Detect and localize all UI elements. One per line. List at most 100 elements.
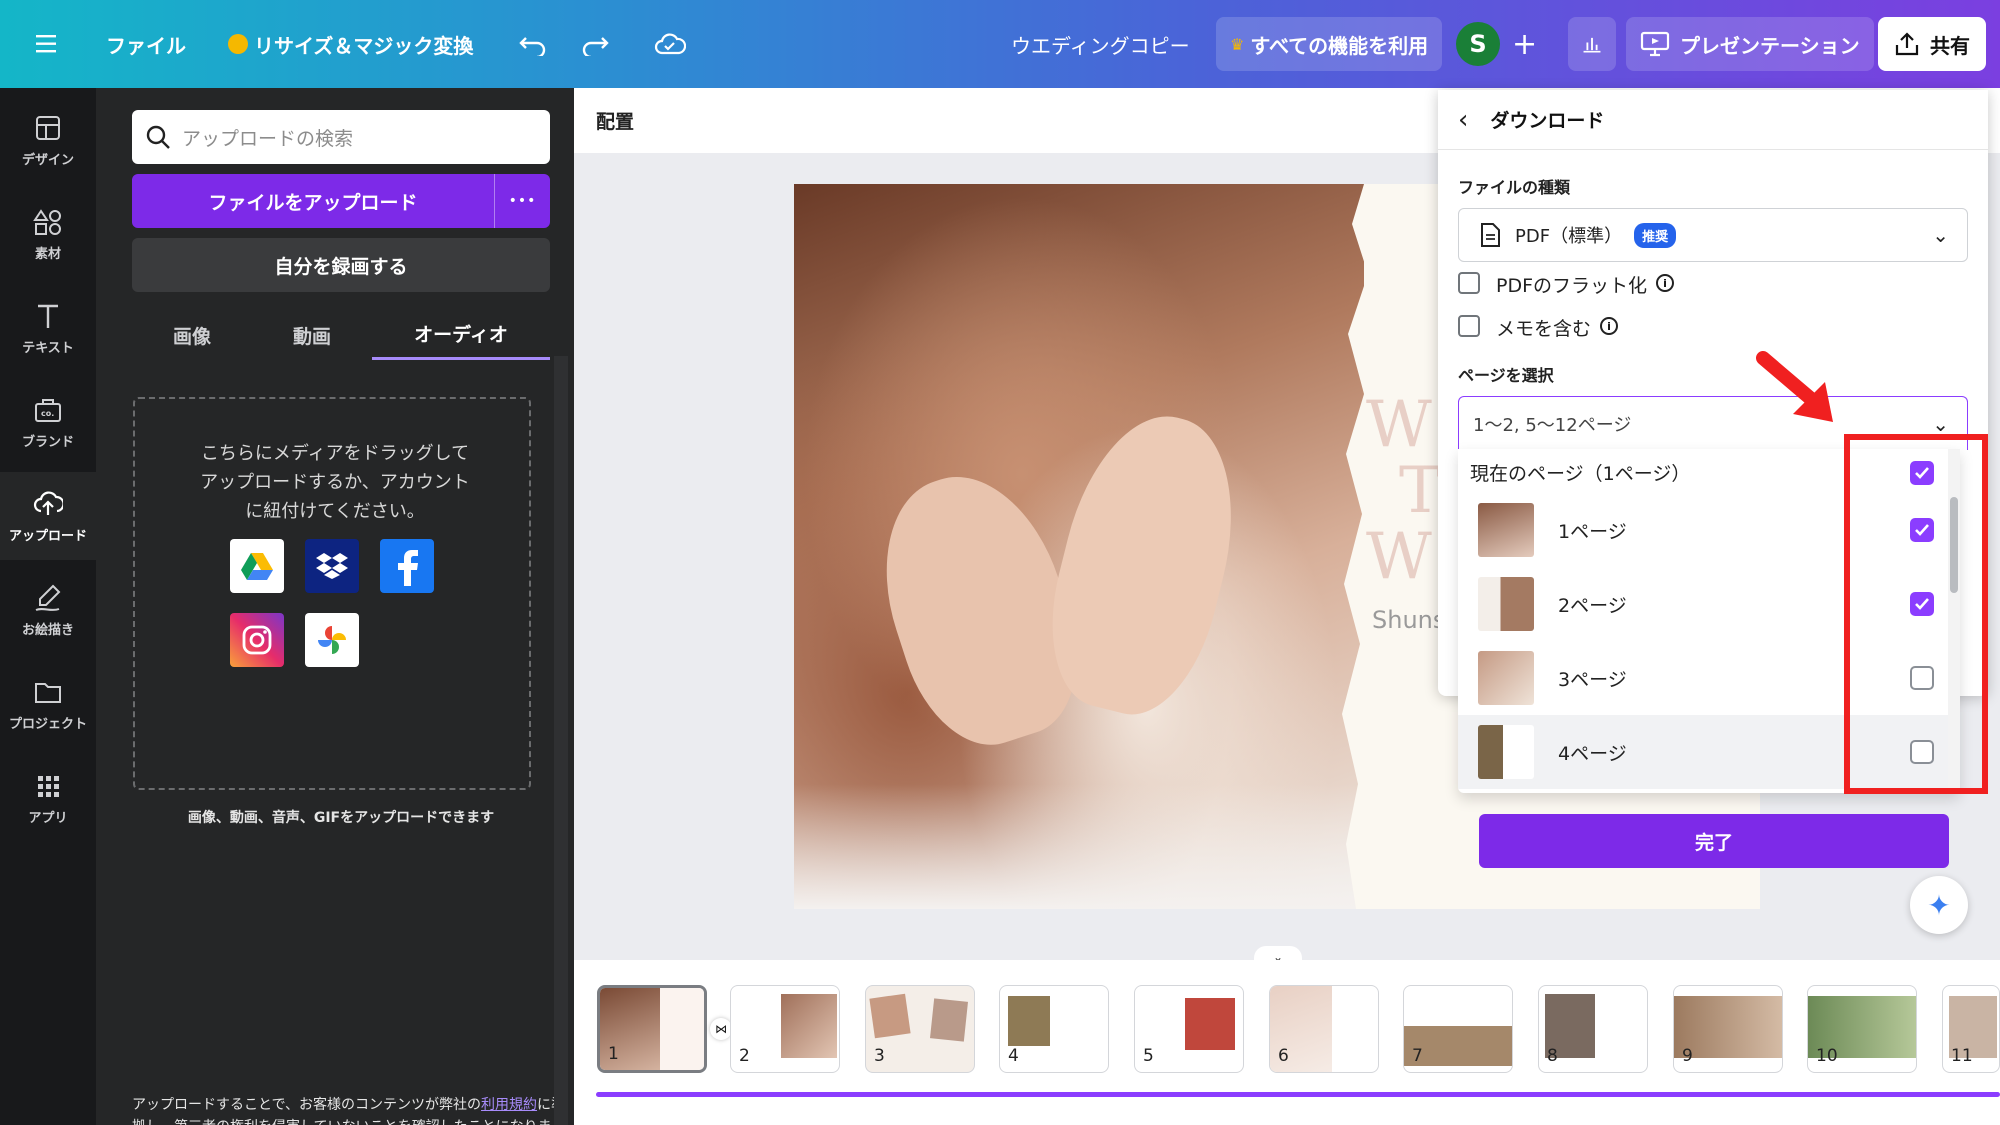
elements-icon [33, 208, 61, 235]
page-thumbnail[interactable]: 7 [1403, 985, 1513, 1073]
nav-text[interactable]: テキスト [0, 284, 96, 372]
select-pages-label: ページを選択 [1458, 366, 1554, 385]
dropbox-button[interactable] [305, 539, 359, 593]
save-status-button[interactable] [654, 0, 686, 88]
undo-icon [519, 37, 546, 56]
share-upload-icon [1895, 32, 1919, 56]
page-option-label: 2ページ [1558, 595, 1627, 617]
page-option-label: 3ページ [1558, 669, 1627, 691]
facebook-icon [398, 550, 418, 586]
nav-projects[interactable]: プロジェクト [0, 660, 96, 748]
top-toolbar: ファイル リサイズ＆マジック変換 ウエディングコピー ♛ すべての機能を利用 S… [0, 0, 2000, 88]
upload-files-button[interactable]: ファイルをアップロード ••• [132, 174, 550, 228]
avatar[interactable]: S [1456, 22, 1500, 66]
nav-draw-label: お絵描き [21, 622, 74, 638]
page-option-label: 4ページ [1558, 743, 1627, 765]
terms-footer: アップロードすることで、お客様のコンテンツが弊社の利用規約に準拠し、第三者の権利… [132, 1094, 566, 1125]
facebook-button[interactable] [380, 539, 434, 593]
document-title[interactable]: ウエディングコピー [1011, 0, 1190, 88]
present-icon [1640, 31, 1670, 57]
page-thumbnail[interactable]: 6 [1269, 985, 1379, 1073]
nav-elements[interactable]: 素材 [0, 190, 96, 278]
nav-upload-label: アップロード [8, 528, 87, 544]
design-icon [36, 115, 60, 140]
recommended-badge: 推奨 [1634, 222, 1677, 248]
all-features-label: すべての機能を利用 [1250, 33, 1429, 58]
add-collaborator-button[interactable]: + [1512, 0, 1537, 88]
apps-icon [38, 775, 59, 797]
tab-videos[interactable]: 動画 [252, 310, 372, 360]
nav-brand[interactable]: co. ブランド [0, 378, 96, 466]
record-yourself-button[interactable]: 自分を録画する [132, 238, 550, 292]
nav-design-label: デザイン [21, 152, 74, 168]
page-thumbnail[interactable]: 11 [1942, 985, 2000, 1073]
slide-subtitle: Shuns [1372, 606, 1446, 634]
resize-label: リサイズ＆マジック変換 [254, 33, 474, 58]
more-options-button[interactable]: ••• [495, 174, 550, 228]
page-thumbnail[interactable]: 1 [597, 985, 707, 1073]
google-drive-button[interactable] [230, 539, 284, 593]
nav-apps[interactable]: アプリ [0, 754, 96, 842]
page-number: 10 [1816, 1046, 1838, 1066]
share-button[interactable]: 共有 [1878, 17, 1986, 71]
file-icon [1481, 223, 1500, 247]
chevron-down-icon: ⌄ [1932, 223, 1949, 247]
page-thumbnail[interactable]: 3 [865, 985, 975, 1073]
transition-button[interactable]: ⋈ [710, 1018, 732, 1040]
instagram-button[interactable] [230, 613, 284, 667]
search-input[interactable]: アップロードの検索 [132, 110, 550, 164]
dropbox-icon [316, 553, 348, 579]
page-thumbnail[interactable]: 2 [730, 985, 840, 1073]
page-thumbnail[interactable]: 9 [1673, 985, 1783, 1073]
all-features-button[interactable]: ♛ すべての機能を利用 [1216, 17, 1443, 71]
media-dropzone[interactable]: こちらにメディアをドラッグしてアップロードするか、アカウントに紐付けてください。 [133, 397, 531, 790]
menu-button[interactable] [36, 0, 60, 88]
page-thumbnail[interactable]: 10 [1807, 985, 1917, 1073]
done-button[interactable]: 完了 [1479, 814, 1949, 868]
crown-icon: ♛ [1230, 34, 1245, 54]
terms-link[interactable]: 利用規約 [481, 1097, 537, 1113]
nav-design[interactable]: デザイン [0, 96, 96, 184]
arrange-button[interactable]: 配置 [596, 88, 634, 153]
page-number: 1 [608, 1044, 619, 1064]
annotation-arrow-icon [1756, 351, 1833, 422]
page-option-label: 1ページ [1558, 521, 1627, 543]
google-photos-button[interactable] [305, 613, 359, 667]
undo-button[interactable] [518, 0, 548, 88]
page-number: 4 [1008, 1046, 1019, 1066]
filmstrip-scroll-indicator[interactable] [596, 1092, 2000, 1097]
magic-assistant-button[interactable]: ✦ [1910, 876, 1968, 934]
page-number: 7 [1412, 1046, 1423, 1066]
resize-magic-button[interactable]: リサイズ＆マジック変換 [228, 0, 473, 88]
info-icon[interactable]: i [1600, 317, 1618, 335]
svg-text:co.: co. [41, 409, 54, 418]
page-thumbnail[interactable]: 4 [999, 985, 1109, 1073]
download-header: ‹ ダウンロード [1438, 90, 1988, 150]
panel-scrollbar[interactable] [554, 356, 568, 1125]
nav-draw[interactable]: お絵描き [0, 566, 96, 654]
info-icon[interactable]: i [1656, 274, 1674, 292]
back-chevron-icon[interactable]: ‹ [1458, 105, 1468, 135]
tab-images[interactable]: 画像 [132, 310, 252, 360]
flatten-pdf-checkbox[interactable] [1458, 272, 1480, 294]
page-option-thumbnail [1478, 577, 1534, 631]
file-type-select[interactable]: PDF（標準） 推奨 ⌄ [1458, 208, 1968, 262]
download-title: ダウンロード [1490, 110, 1605, 132]
redo-button[interactable] [580, 0, 610, 88]
nav-projects-label: プロジェクト [8, 716, 87, 732]
file-menu[interactable]: ファイル [106, 0, 186, 88]
tab-audio[interactable]: オーディオ [372, 310, 550, 360]
page-number: 3 [874, 1046, 885, 1066]
nav-upload[interactable]: アップロード [0, 472, 96, 560]
slide-title-line-3: W [1366, 520, 1432, 594]
present-button[interactable]: プレゼンテーション [1626, 17, 1874, 71]
baby-feet-photo[interactable] [794, 184, 1364, 909]
page-thumbnail[interactable]: 8 [1538, 985, 1648, 1073]
page-thumbnail[interactable]: 5 [1134, 985, 1244, 1073]
insights-button[interactable] [1568, 17, 1616, 71]
left-navigation: デザイン 素材 テキスト co. ブランド アップロード お絵描き プロジェクト… [0, 88, 96, 1125]
nav-brand-label: ブランド [21, 434, 74, 450]
page-number: 6 [1278, 1046, 1289, 1066]
search-placeholder: アップロードの検索 [182, 127, 354, 150]
include-notes-checkbox[interactable] [1458, 315, 1480, 337]
